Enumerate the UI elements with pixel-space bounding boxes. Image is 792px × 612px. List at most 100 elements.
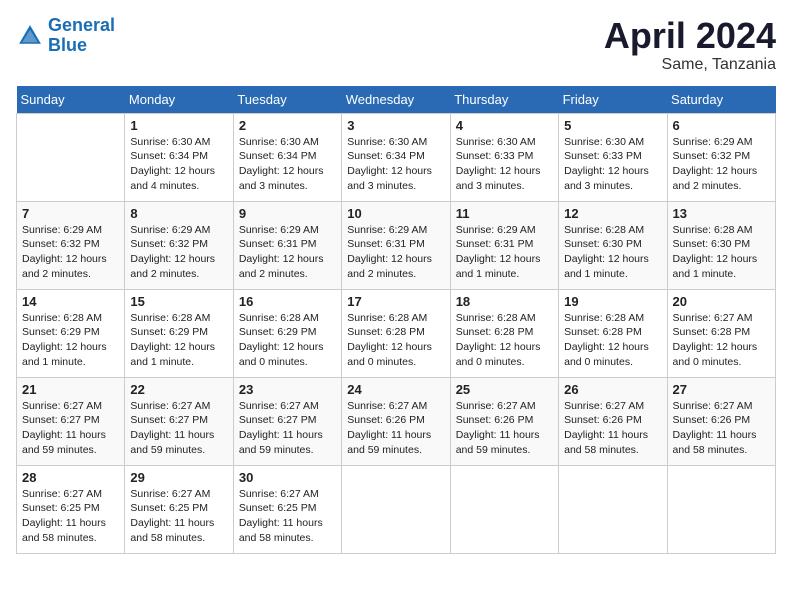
day-number: 26 (564, 382, 661, 397)
day-info: Sunrise: 6:28 AMSunset: 6:29 PMDaylight:… (130, 311, 227, 370)
calendar-week-row: 1Sunrise: 6:30 AMSunset: 6:34 PMDaylight… (17, 113, 776, 201)
day-number: 19 (564, 294, 661, 309)
calendar-table: SundayMondayTuesdayWednesdayThursdayFrid… (16, 86, 776, 554)
day-info: Sunrise: 6:27 AMSunset: 6:26 PMDaylight:… (347, 399, 444, 458)
day-number: 22 (130, 382, 227, 397)
day-number: 16 (239, 294, 336, 309)
day-info: Sunrise: 6:27 AMSunset: 6:25 PMDaylight:… (22, 487, 119, 546)
day-number: 28 (22, 470, 119, 485)
day-number: 14 (22, 294, 119, 309)
calendar-header-row: SundayMondayTuesdayWednesdayThursdayFrid… (17, 86, 776, 114)
day-number: 25 (456, 382, 553, 397)
calendar-cell: 11Sunrise: 6:29 AMSunset: 6:31 PMDayligh… (450, 201, 558, 289)
day-of-week-header: Tuesday (233, 86, 341, 114)
calendar-cell: 14 Sunrise: 6:28 AMSunset: 6:29 PMDayligh… (17, 289, 125, 377)
calendar-cell: 18 Sunrise: 6:28 AMSunset: 6:28 PMDayligh… (450, 289, 558, 377)
location-title: Same, Tanzania (604, 56, 776, 74)
calendar-cell (667, 465, 775, 553)
calendar-cell: 7Sunrise: 6:29 AMSunset: 6:32 PMDaylight… (17, 201, 125, 289)
logo: General Blue (16, 16, 115, 56)
month-title: April 2024 (604, 16, 776, 56)
day-number: 18 (456, 294, 553, 309)
page-header: General Blue April 2024 Same, Tanzania (16, 16, 776, 74)
day-number: 9 (239, 206, 336, 221)
calendar-cell (559, 465, 667, 553)
calendar-cell: 1Sunrise: 6:30 AMSunset: 6:34 PMDaylight… (125, 113, 233, 201)
day-info: Sunrise: 6:29 AMSunset: 6:32 PMDaylight:… (130, 223, 227, 282)
day-number: 8 (130, 206, 227, 221)
day-info: Sunrise: 6:27 AMSunset: 6:27 PMDaylight:… (130, 399, 227, 458)
calendar-cell: 9Sunrise: 6:29 AMSunset: 6:31 PMDaylight… (233, 201, 341, 289)
day-number: 30 (239, 470, 336, 485)
calendar-week-row: 7Sunrise: 6:29 AMSunset: 6:32 PMDaylight… (17, 201, 776, 289)
day-number: 17 (347, 294, 444, 309)
calendar-cell: 30 Sunrise: 6:27 AMSunset: 6:25 PMDayligh… (233, 465, 341, 553)
day-info: Sunrise: 6:30 AMSunset: 6:33 PMDaylight:… (456, 135, 553, 194)
calendar-cell (450, 465, 558, 553)
calendar-cell: 22 Sunrise: 6:27 AMSunset: 6:27 PMDayligh… (125, 377, 233, 465)
day-info: Sunrise: 6:27 AMSunset: 6:25 PMDaylight:… (130, 487, 227, 546)
calendar-week-row: 14 Sunrise: 6:28 AMSunset: 6:29 PMDayligh… (17, 289, 776, 377)
calendar-cell: 2 Sunrise: 6:30 AMSunset: 6:34 PMDaylight… (233, 113, 341, 201)
day-number: 12 (564, 206, 661, 221)
day-number: 21 (22, 382, 119, 397)
day-of-week-header: Wednesday (342, 86, 450, 114)
calendar-cell (17, 113, 125, 201)
day-info: Sunrise: 6:29 AMSunset: 6:31 PMDaylight:… (347, 223, 444, 282)
calendar-cell: 10 Sunrise: 6:29 AMSunset: 6:31 PMDayligh… (342, 201, 450, 289)
calendar-cell: 19 Sunrise: 6:28 AMSunset: 6:28 PMDayligh… (559, 289, 667, 377)
calendar-cell: 21 Sunrise: 6:27 AMSunset: 6:27 PMDayligh… (17, 377, 125, 465)
day-info: Sunrise: 6:27 AMSunset: 6:25 PMDaylight:… (239, 487, 336, 546)
calendar-cell: 28 Sunrise: 6:27 AMSunset: 6:25 PMDayligh… (17, 465, 125, 553)
day-number: 15 (130, 294, 227, 309)
day-info: Sunrise: 6:28 AMSunset: 6:30 PMDaylight:… (564, 223, 661, 282)
day-info: Sunrise: 6:29 AMSunset: 6:31 PMDaylight:… (456, 223, 553, 282)
day-of-week-header: Friday (559, 86, 667, 114)
day-of-week-header: Sunday (17, 86, 125, 114)
day-info: Sunrise: 6:27 AMSunset: 6:26 PMDaylight:… (673, 399, 770, 458)
day-number: 5 (564, 118, 661, 133)
calendar-cell: 23 Sunrise: 6:27 AMSunset: 6:27 PMDayligh… (233, 377, 341, 465)
day-info: Sunrise: 6:29 AMSunset: 6:32 PMDaylight:… (22, 223, 119, 282)
day-number: 4 (456, 118, 553, 133)
day-info: Sunrise: 6:28 AMSunset: 6:29 PMDaylight:… (22, 311, 119, 370)
day-info: Sunrise: 6:30 AMSunset: 6:33 PMDaylight:… (564, 135, 661, 194)
calendar-cell: 16Sunrise: 6:28 AMSunset: 6:29 PMDayligh… (233, 289, 341, 377)
day-info: Sunrise: 6:27 AMSunset: 6:27 PMDaylight:… (22, 399, 119, 458)
day-info: Sunrise: 6:28 AMSunset: 6:30 PMDaylight:… (673, 223, 770, 282)
day-info: Sunrise: 6:29 AMSunset: 6:32 PMDaylight:… (673, 135, 770, 194)
day-of-week-header: Saturday (667, 86, 775, 114)
day-number: 23 (239, 382, 336, 397)
day-info: Sunrise: 6:27 AMSunset: 6:26 PMDaylight:… (564, 399, 661, 458)
calendar-cell: 3 Sunrise: 6:30 AMSunset: 6:34 PMDaylight… (342, 113, 450, 201)
calendar-cell: 25 Sunrise: 6:27 AMSunset: 6:26 PMDayligh… (450, 377, 558, 465)
day-number: 6 (673, 118, 770, 133)
day-number: 10 (347, 206, 444, 221)
title-area: April 2024 Same, Tanzania (604, 16, 776, 74)
calendar-cell: 17 Sunrise: 6:28 AMSunset: 6:28 PMDayligh… (342, 289, 450, 377)
day-info: Sunrise: 6:28 AMSunset: 6:28 PMDaylight:… (456, 311, 553, 370)
day-info: Sunrise: 6:27 AMSunset: 6:27 PMDaylight:… (239, 399, 336, 458)
calendar-cell: 6 Sunrise: 6:29 AMSunset: 6:32 PMDaylight… (667, 113, 775, 201)
calendar-cell (342, 465, 450, 553)
calendar-cell: 15 Sunrise: 6:28 AMSunset: 6:29 PMDayligh… (125, 289, 233, 377)
calendar-week-row: 21 Sunrise: 6:27 AMSunset: 6:27 PMDayligh… (17, 377, 776, 465)
day-number: 27 (673, 382, 770, 397)
day-info: Sunrise: 6:30 AMSunset: 6:34 PMDaylight:… (239, 135, 336, 194)
calendar-cell: 24 Sunrise: 6:27 AMSunset: 6:26 PMDayligh… (342, 377, 450, 465)
day-number: 20 (673, 294, 770, 309)
calendar-cell: 27 Sunrise: 6:27 AMSunset: 6:26 PMDayligh… (667, 377, 775, 465)
day-number: 2 (239, 118, 336, 133)
calendar-cell: 8 Sunrise: 6:29 AMSunset: 6:32 PMDaylight… (125, 201, 233, 289)
day-info: Sunrise: 6:27 AMSunset: 6:28 PMDaylight:… (673, 311, 770, 370)
calendar-cell: 20 Sunrise: 6:27 AMSunset: 6:28 PMDayligh… (667, 289, 775, 377)
day-info: Sunrise: 6:28 AMSunset: 6:28 PMDaylight:… (347, 311, 444, 370)
calendar-cell: 13Sunrise: 6:28 AMSunset: 6:30 PMDayligh… (667, 201, 775, 289)
day-of-week-header: Monday (125, 86, 233, 114)
calendar-cell: 26 Sunrise: 6:27 AMSunset: 6:26 PMDayligh… (559, 377, 667, 465)
day-info: Sunrise: 6:30 AMSunset: 6:34 PMDaylight:… (347, 135, 444, 194)
day-info: Sunrise: 6:28 AMSunset: 6:28 PMDaylight:… (564, 311, 661, 370)
day-info: Sunrise: 6:27 AMSunset: 6:26 PMDaylight:… (456, 399, 553, 458)
day-number: 3 (347, 118, 444, 133)
day-number: 24 (347, 382, 444, 397)
